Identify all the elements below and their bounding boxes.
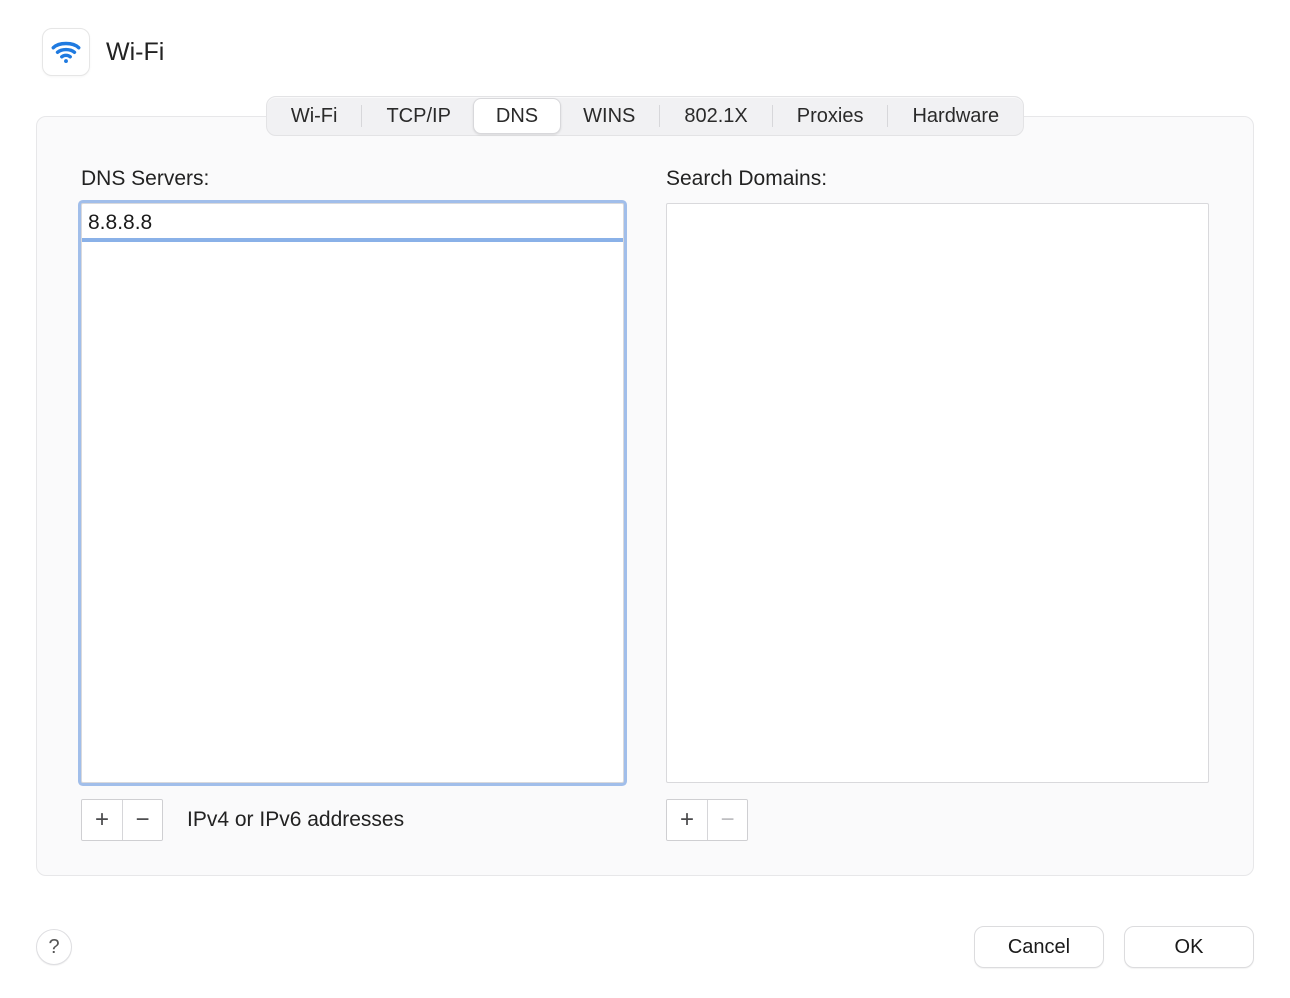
dns-server-row[interactable] [82,204,623,242]
domains-add-button[interactable]: + [667,800,707,840]
plus-icon: + [680,808,694,832]
search-domains-list[interactable] [666,203,1209,783]
tab-proxies[interactable]: Proxies [775,98,886,134]
tab-separator [361,105,362,127]
dns-servers-list[interactable] [81,203,624,783]
minus-icon: − [135,808,149,832]
settings-pane: DNS Servers: + − IPv4 or IPv6 addresses [36,116,1254,876]
domains-add-remove-group: + − [666,799,748,841]
help-button[interactable]: ? [36,929,72,965]
wifi-icon [42,28,90,76]
minus-icon: − [720,808,734,832]
tab-separator [772,105,773,127]
tab-wifi[interactable]: Wi-Fi [269,98,360,134]
dns-remove-button[interactable]: − [122,800,162,840]
plus-icon: + [95,808,109,832]
tab-hardware[interactable]: Hardware [890,98,1021,134]
dns-server-input[interactable] [84,206,621,240]
help-icon: ? [48,936,59,959]
dns-add-button[interactable]: + [82,800,122,840]
tab-separator [887,105,888,127]
dns-add-remove-group: + − [81,799,163,841]
tab-separator [659,105,660,127]
editing-underline [82,238,623,242]
tab-8021x[interactable]: 802.1X [662,98,769,134]
cancel-button[interactable]: Cancel [974,926,1104,968]
page-title: Wi-Fi [106,38,164,67]
tab-dns[interactable]: DNS [473,98,561,134]
dns-hint: IPv4 or IPv6 addresses [187,808,404,832]
ok-button[interactable]: OK [1124,926,1254,968]
dns-servers-label: DNS Servers: [81,167,624,191]
tab-tcpip[interactable]: TCP/IP [364,98,472,134]
domains-remove-button: − [707,800,747,840]
tab-wins[interactable]: WINS [561,98,657,134]
tabs-segmented-control: Wi-Fi TCP/IP DNS WINS 802.1X Proxies Har… [266,96,1024,136]
search-domains-label: Search Domains: [666,167,1209,191]
header: Wi-Fi [36,0,1254,94]
